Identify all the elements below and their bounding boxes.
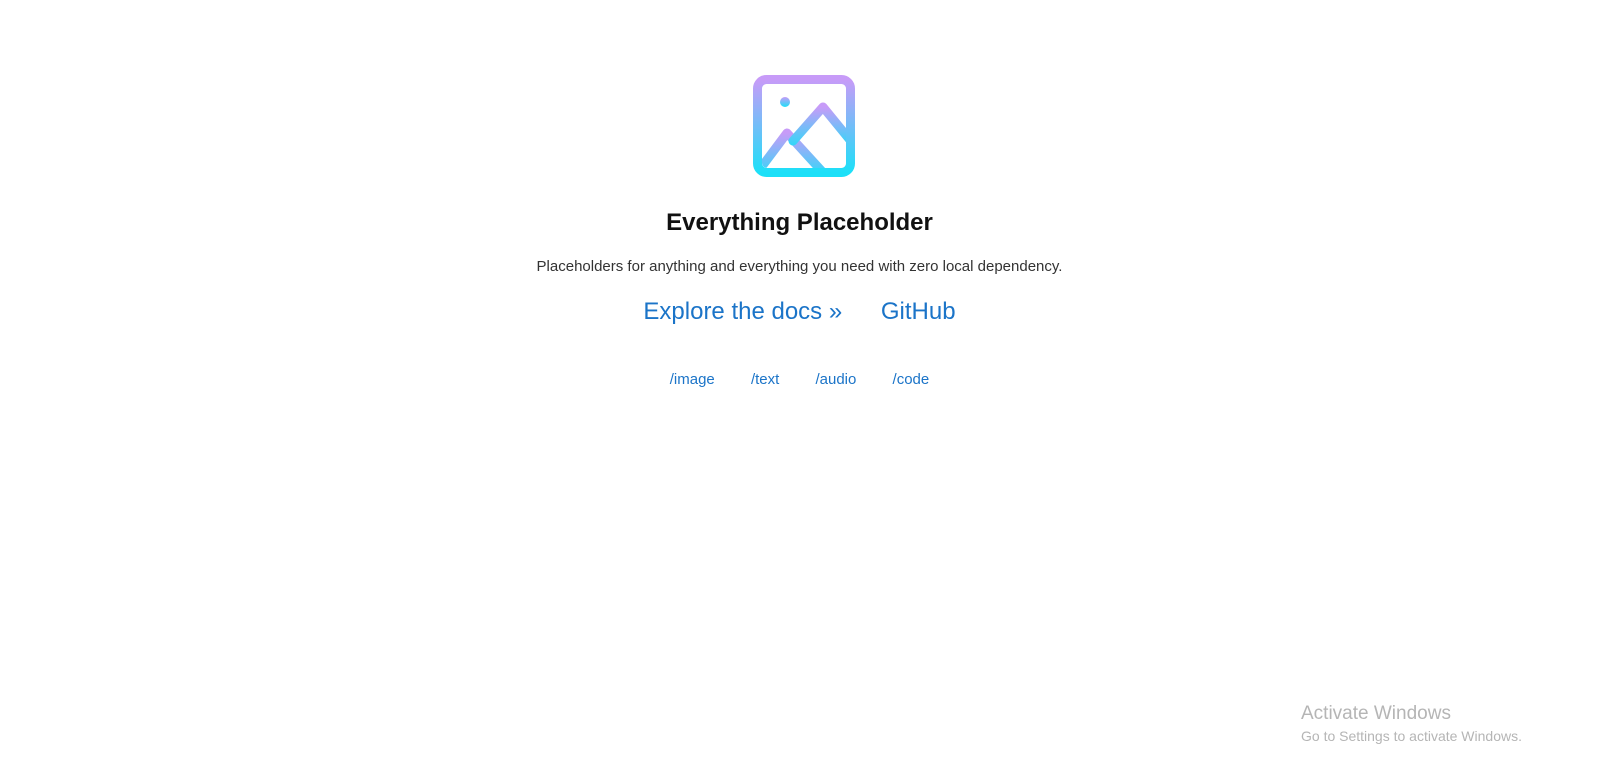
endpoint-links: /image /text /audio /code (0, 369, 1599, 391)
text-endpoint-link[interactable]: /text (751, 371, 779, 388)
image-placeholder-icon (753, 75, 855, 177)
activate-windows-watermark: Activate Windows Go to Settings to activ… (1301, 702, 1581, 746)
primary-links: Explore the docs » GitHub (0, 296, 1599, 328)
audio-endpoint-link[interactable]: /audio (815, 371, 856, 388)
explore-docs-link[interactable]: Explore the docs » (643, 298, 842, 325)
github-link[interactable]: GitHub (881, 298, 956, 325)
page: Everything Placeholder Placeholders for … (0, 0, 1599, 781)
page-title: Everything Placeholder (666, 209, 933, 236)
watermark-title: Activate Windows (1301, 703, 1451, 724)
code-endpoint-link[interactable]: /code (893, 371, 930, 388)
image-endpoint-link[interactable]: /image (670, 371, 715, 388)
page-subtitle: Placeholders for anything and everything… (536, 258, 1063, 275)
watermark-subtitle: Go to Settings to activate Windows. (1301, 728, 1522, 744)
